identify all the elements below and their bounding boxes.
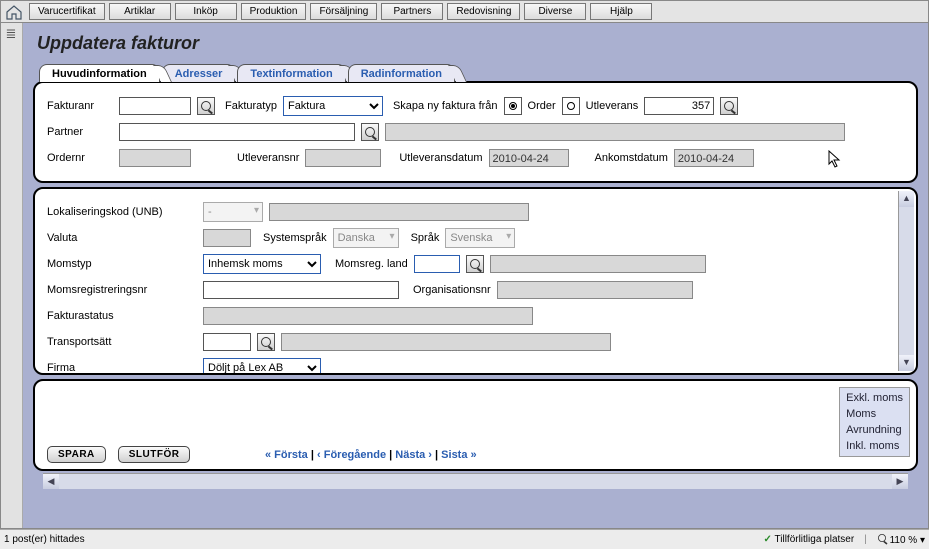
save-button[interactable]: SPARA	[47, 446, 106, 463]
radio-utleverans[interactable]	[562, 97, 580, 115]
menu-forsaljning[interactable]: Försäljning	[310, 3, 377, 20]
valuta-label: Valuta	[47, 232, 197, 244]
source-ref-search-icon[interactable]	[720, 97, 738, 115]
menu-varucertifikat[interactable]: Varucertifikat	[29, 3, 105, 20]
lokaliseringskod-select: -	[203, 202, 263, 222]
scroll-up-icon[interactable]: ▲	[899, 191, 914, 207]
total-avrundning: Avrundning	[846, 422, 903, 438]
momsregistreringsnr-input[interactable]	[203, 281, 399, 299]
lokaliseringskod-display	[269, 203, 529, 221]
menu-hjalp[interactable]: Hjälp	[590, 3, 652, 20]
hscroll-right-icon[interactable]: ▶	[892, 474, 908, 489]
total-moms: Moms	[846, 406, 903, 422]
pager-next[interactable]: Nästa ›	[395, 449, 432, 461]
pager-first[interactable]: « Första	[265, 449, 308, 461]
ordernr-display	[119, 149, 191, 167]
firma-label: Firma	[47, 362, 197, 374]
partner-search-icon[interactable]	[361, 123, 379, 141]
ankomstdatum-display: 2010-04-24	[674, 149, 754, 167]
utleveransdatum-display: 2010-04-24	[489, 149, 569, 167]
pager-last[interactable]: Sista »	[441, 449, 476, 461]
status-trust: ✓ Tillförlitliga platser	[764, 534, 855, 545]
menu-diverse[interactable]: Diverse	[524, 3, 586, 20]
home-icon[interactable]	[5, 4, 23, 20]
fakturanr-input[interactable]	[119, 97, 191, 115]
scroll-down-icon[interactable]: ▼	[899, 355, 914, 371]
status-zoom[interactable]: 110 % ▾	[877, 533, 925, 546]
fakturanr-label: Fakturanr	[47, 100, 113, 112]
fakturanr-search-icon[interactable]	[197, 97, 215, 115]
momsreg-land-display	[490, 255, 706, 273]
total-inkl-moms: Inkl. moms	[846, 438, 903, 454]
menu-redovisning[interactable]: Redovisning	[447, 3, 520, 20]
page-title: Uppdatera fakturor	[37, 33, 918, 54]
utleveransnr-display	[305, 149, 381, 167]
skapa-label: Skapa ny faktura från	[393, 100, 498, 112]
organisationsnr-display	[497, 281, 693, 299]
momstyp-label: Momstyp	[47, 258, 197, 270]
utleverans-label: Utleverans	[586, 100, 639, 112]
main-menu: Varucertifikat Artiklar Inköp Produktion…	[29, 3, 652, 20]
fakturastatus-display	[203, 307, 533, 325]
momstyp-select[interactable]: Inhemsk moms	[203, 254, 321, 274]
pager: « Första | ‹ Föregående | Nästa › | Sist…	[265, 449, 477, 461]
ankomstdatum-label: Ankomstdatum	[595, 152, 668, 164]
tab-radinformation[interactable]: Radinformation	[348, 64, 455, 82]
fakturatyp-select[interactable]: Faktura	[283, 96, 383, 116]
footer-panel: SPARA SLUTFÖR « Första | ‹ Föregående | …	[33, 379, 918, 471]
fakturatyp-label: Fakturatyp	[225, 100, 277, 112]
details-scrollbar[interactable]: ▲ ▼	[898, 191, 914, 371]
lokaliseringskod-label: Lokaliseringskod (UNB)	[47, 206, 197, 218]
total-exkl-moms: Exkl. moms	[846, 390, 903, 406]
source-ref-input[interactable]	[644, 97, 714, 115]
momsregistreringsnr-label: Momsregistreringsnr	[47, 284, 197, 296]
menu-inkop[interactable]: Inköp	[175, 3, 237, 20]
tab-adresser[interactable]: Adresser	[162, 64, 236, 82]
tab-textinformation[interactable]: Textinformation	[237, 64, 345, 82]
transportsatt-display	[281, 333, 611, 351]
transportsatt-input[interactable]	[203, 333, 251, 351]
finish-button[interactable]: SLUTFÖR	[118, 446, 191, 463]
transportsatt-search-icon[interactable]	[257, 333, 275, 351]
tab-strip: Huvudinformation Adresser Textinformatio…	[39, 64, 918, 82]
totals-box: Exkl. moms Moms Avrundning Inkl. moms	[839, 387, 910, 457]
sprak-select: Svenska	[445, 228, 515, 248]
header-panel: Fakturanr Fakturatyp Faktura Skapa ny fa…	[33, 81, 918, 183]
sprak-label: Språk	[411, 232, 440, 244]
momsreg-land-search-icon[interactable]	[466, 255, 484, 273]
organisationsnr-label: Organisationsnr	[413, 284, 491, 296]
rail-lines-icon[interactable]: ≣	[6, 29, 18, 38]
partner-input[interactable]	[119, 123, 355, 141]
systemsprak-label: Systemspråk	[263, 232, 327, 244]
transportsatt-label: Transportsätt	[47, 336, 197, 348]
pager-prev[interactable]: ‹ Föregående	[317, 449, 386, 461]
radio-order[interactable]	[504, 97, 522, 115]
left-rail: ≣	[1, 23, 23, 528]
menu-partners[interactable]: Partners	[381, 3, 443, 20]
ordernr-label: Ordernr	[47, 152, 113, 164]
partner-name-display	[385, 123, 845, 141]
tab-huvudinformation[interactable]: Huvudinformation	[39, 64, 160, 82]
hscroll-left-icon[interactable]: ◀	[43, 474, 59, 489]
valuta-display	[203, 229, 251, 247]
momsreg-land-label: Momsreg. land	[335, 258, 408, 270]
details-panel: Lokaliseringskod (UNB) - Valuta Systemsp…	[33, 187, 918, 375]
utleveransnr-label: Utleveransnr	[237, 152, 299, 164]
status-record-count: 1 post(er) hittades	[4, 534, 85, 545]
menu-artiklar[interactable]: Artiklar	[109, 3, 171, 20]
firma-select[interactable]: Döljt på Lex AB	[203, 358, 321, 375]
fakturastatus-label: Fakturastatus	[47, 310, 197, 322]
systemsprak-select: Danska	[333, 228, 399, 248]
utleveransdatum-label: Utleveransdatum	[399, 152, 482, 164]
momsreg-land-input[interactable]	[414, 255, 460, 273]
status-bar: 1 post(er) hittades ✓ Tillförlitliga pla…	[0, 529, 929, 549]
order-label: Order	[528, 100, 556, 112]
content-hscrollbar[interactable]: ◀ ▶	[43, 473, 908, 489]
menu-produktion[interactable]: Produktion	[241, 3, 307, 20]
partner-label: Partner	[47, 126, 113, 138]
